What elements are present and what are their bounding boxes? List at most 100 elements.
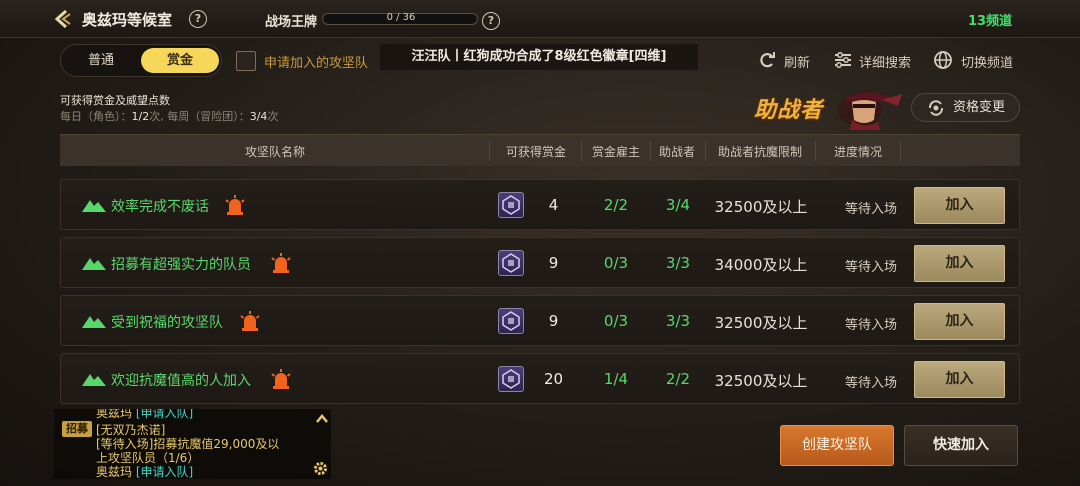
col-team-name: 攻坚队名称: [244, 145, 305, 159]
team-type-icon: [82, 374, 106, 386]
table-header: 攻坚队名称 可获得赏金 赏金雇主 助战者 助战者抗魔限制 进度情况: [60, 134, 1020, 166]
team-name: 欢迎抗魔值高的人加入: [111, 373, 251, 389]
team-type-icon: [82, 258, 106, 270]
reward-info-title: 可获得赏金及威望点数: [60, 94, 170, 107]
gear-icon[interactable]: [312, 460, 329, 477]
bounty-emblem-icon: [498, 250, 524, 276]
qualification-change-label: 资格变更: [953, 100, 1006, 115]
news-ticker: 汪汪队丨红狗成功合成了8级红色徽章[四维]: [380, 44, 698, 70]
progress-status: 等待入场: [844, 376, 897, 391]
alarm-icon: [225, 195, 245, 215]
helper-count: 2/2: [665, 370, 691, 388]
room-title: 奥兹玛等候室: [82, 11, 173, 29]
team-name: 招募有超强实力的队员: [111, 257, 251, 273]
chat-apply-link[interactable]: [申请入队]: [136, 409, 193, 420]
table-row[interactable]: 效率完成不废话 4 2/2 3/4 32500及以上 等待入场 加入: [60, 179, 1020, 230]
alarm-icon: [240, 311, 260, 331]
col-helper: 助战者: [658, 145, 695, 159]
reward-value: 4: [548, 196, 559, 214]
col-divider: [489, 141, 490, 161]
reward-info-counts: 每日（角色）：1/2次, 每周（冒险团）：3/4次: [60, 108, 278, 124]
battlefield-progress-bar: 0 / 36: [322, 12, 478, 25]
bounty-emblem-icon: [498, 192, 524, 218]
change-icon: [928, 100, 944, 116]
helper-count: 3/4: [665, 196, 691, 214]
team-name: 效率完成不废话: [111, 199, 209, 215]
chat-line: 奥兹玛 [申请入队]: [96, 463, 193, 479]
recruit-badge: 招募: [62, 421, 92, 437]
progress-status: 等待入场: [844, 318, 897, 333]
daily-count: 1/2: [131, 110, 150, 123]
join-button[interactable]: 加入: [914, 303, 1005, 340]
employer-count: 0/3: [603, 254, 629, 272]
helper-count: 3/3: [665, 312, 691, 330]
tab-bounty[interactable]: 赏金: [141, 48, 219, 73]
chat-line: 奥兹玛 [申请入队]: [96, 409, 193, 421]
applied-filter-checkbox[interactable]: [236, 51, 256, 71]
chat-panel[interactable]: 奥兹玛 [申请入队] 招募 [无双乃杰诺] [等待入场]招募抗魔值29,000及…: [54, 409, 331, 479]
create-team-button[interactable]: 创建攻坚队: [780, 425, 894, 466]
reward-value: 9: [548, 254, 559, 272]
table-row[interactable]: 受到祝福的攻坚队 9 0/3 3/3 32500及以上 等待入场 加入: [60, 295, 1020, 346]
reward-value: 20: [543, 370, 564, 388]
helper-banner-title: 助战者: [754, 98, 824, 123]
filter-sliders-icon[interactable]: [833, 50, 853, 70]
join-button[interactable]: 加入: [914, 361, 1005, 398]
back-arrow-icon[interactable]: [52, 8, 74, 30]
applied-filter-label: 申请加入的攻坚队: [264, 56, 369, 71]
team-type-icon: [82, 316, 106, 328]
col-progress: 进度情况: [833, 145, 882, 159]
team-name: 受到祝福的攻坚队: [111, 315, 223, 331]
bounty-emblem-icon: [498, 366, 524, 392]
employer-count: 1/4: [603, 370, 629, 388]
reward-value: 9: [548, 312, 559, 330]
chat-sender: 奥兹玛: [96, 409, 133, 420]
globe-icon[interactable]: [933, 50, 953, 70]
col-reward: 可获得赏金: [505, 145, 566, 159]
table-row[interactable]: 招募有超强实力的队员 9 0/3 3/3 34000及以上 等待入场 加入: [60, 237, 1020, 288]
col-divider: [900, 141, 901, 161]
employer-count: 0/3: [603, 312, 629, 330]
col-divider: [650, 141, 651, 161]
col-divider: [705, 141, 706, 161]
col-resist-limit: 助战者抗魔限制: [717, 145, 802, 159]
weekly-label: 次, 每周（冒险团）：: [149, 110, 250, 123]
refresh-button[interactable]: 刷新: [784, 52, 810, 71]
employer-count: 2/2: [603, 196, 629, 214]
alarm-icon: [271, 369, 291, 389]
progress-status: 等待入场: [844, 202, 897, 217]
battlefield-progress-text: 0 / 36: [386, 12, 416, 23]
quick-join-button[interactable]: 快速加入: [904, 425, 1018, 466]
col-divider: [815, 141, 816, 161]
weekly-suffix: 次: [267, 110, 279, 123]
resist-limit: 34000及以上: [714, 256, 808, 274]
qualification-change-button[interactable]: 资格变更: [911, 93, 1020, 122]
detail-search-button[interactable]: 详细搜索: [859, 52, 911, 71]
join-button[interactable]: 加入: [914, 245, 1005, 282]
chat-apply-link[interactable]: [申请入队]: [136, 465, 193, 479]
daily-label: 每日（角色）：: [60, 110, 132, 123]
tab-normal[interactable]: 普通: [64, 48, 138, 73]
col-divider: [581, 141, 582, 161]
join-button[interactable]: 加入: [914, 187, 1005, 224]
help-icon[interactable]: ?: [189, 10, 207, 28]
col-employer: 赏金雇主: [591, 145, 640, 159]
table-row[interactable]: 欢迎抗魔值高的人加入 20 1/4 2/2 32500及以上 等待入场 加入: [60, 353, 1020, 404]
alarm-icon: [271, 253, 291, 273]
battlefield-help-icon[interactable]: ?: [482, 12, 500, 30]
switch-channel-button[interactable]: 切换频道: [961, 52, 1013, 71]
chat-sender: 奥兹玛: [96, 465, 133, 479]
weekly-count: 3/4: [249, 110, 268, 123]
resist-limit: 32500及以上: [714, 372, 808, 390]
resist-limit: 32500及以上: [714, 314, 808, 332]
progress-status: 等待入场: [844, 260, 897, 275]
team-type-icon: [82, 200, 106, 212]
bounty-emblem-icon: [498, 308, 524, 334]
channel-label[interactable]: 13频道: [968, 10, 1012, 29]
chevron-up-icon[interactable]: [316, 414, 328, 424]
resist-limit: 32500及以上: [714, 198, 808, 216]
mode-tabs: 普通 赏金: [60, 44, 222, 77]
helper-count: 3/3: [665, 254, 691, 272]
refresh-icon[interactable]: [757, 50, 777, 70]
battlefield-label: 战场王牌: [265, 15, 318, 30]
